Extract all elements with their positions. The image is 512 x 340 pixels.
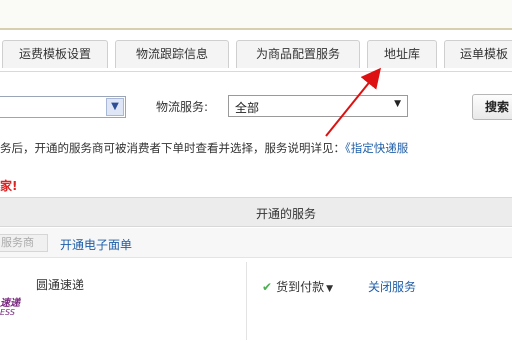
logo-text-line1: 速递: [0, 298, 20, 309]
dropdown-arrow-icon: ▼: [326, 284, 333, 294]
close-service-link[interactable]: 关闭服务: [368, 278, 416, 295]
cod-label: 货到付款: [276, 280, 325, 294]
carrier-logo: 速递 ESS: [0, 276, 26, 322]
top-banner: [0, 0, 512, 30]
cod-service[interactable]: ✔ 货到付款 ▼: [262, 278, 333, 295]
shipping-service-label: 物流服务:: [156, 100, 209, 114]
shipping-service-select[interactable]: 全部 ▼: [228, 95, 408, 117]
carrier-select[interactable]: ▼: [0, 96, 126, 118]
logo-text-line2: ESS: [0, 308, 15, 317]
tab-logistics-tracking[interactable]: 物流跟踪信息: [115, 40, 229, 68]
tab-waybill-template[interactable]: 运单模板: [444, 40, 512, 68]
shipping-service-value: 全部: [235, 101, 260, 115]
check-icon: ✔: [262, 280, 273, 294]
chevron-down-icon[interactable]: ▼: [106, 98, 124, 116]
search-button[interactable]: 搜索: [472, 94, 512, 120]
notice-text: 务后，开通的服务商可被消费者下单时查看并选择，服务说明详见：: [0, 141, 345, 155]
disabled-provider-button: 服务商: [0, 234, 48, 252]
tab-freight-template[interactable]: 运费模板设置: [2, 40, 108, 68]
carrier-name: 圆通速递: [36, 278, 85, 292]
tab-address-book[interactable]: 地址库: [367, 40, 437, 68]
table-toolbar: 服务商 开通电子面单: [0, 228, 512, 258]
service-notice: 务后，开通的服务商可被消费者下单时查看并选择，服务说明详见：《指定快递服: [0, 140, 408, 156]
table-header: 开通的服务: [0, 197, 512, 227]
column-divider: [246, 262, 247, 340]
enable-e-waybill-link[interactable]: 开通电子面单: [60, 236, 132, 253]
dropdown-arrow-icon: ▼: [394, 99, 401, 109]
notice-link[interactable]: 《指定快递服: [345, 141, 408, 155]
header-opened-services: 开通的服务: [256, 207, 317, 221]
tab-configure-services[interactable]: 为商品配置服务: [236, 40, 360, 68]
warning-text: 家!: [0, 179, 18, 193]
